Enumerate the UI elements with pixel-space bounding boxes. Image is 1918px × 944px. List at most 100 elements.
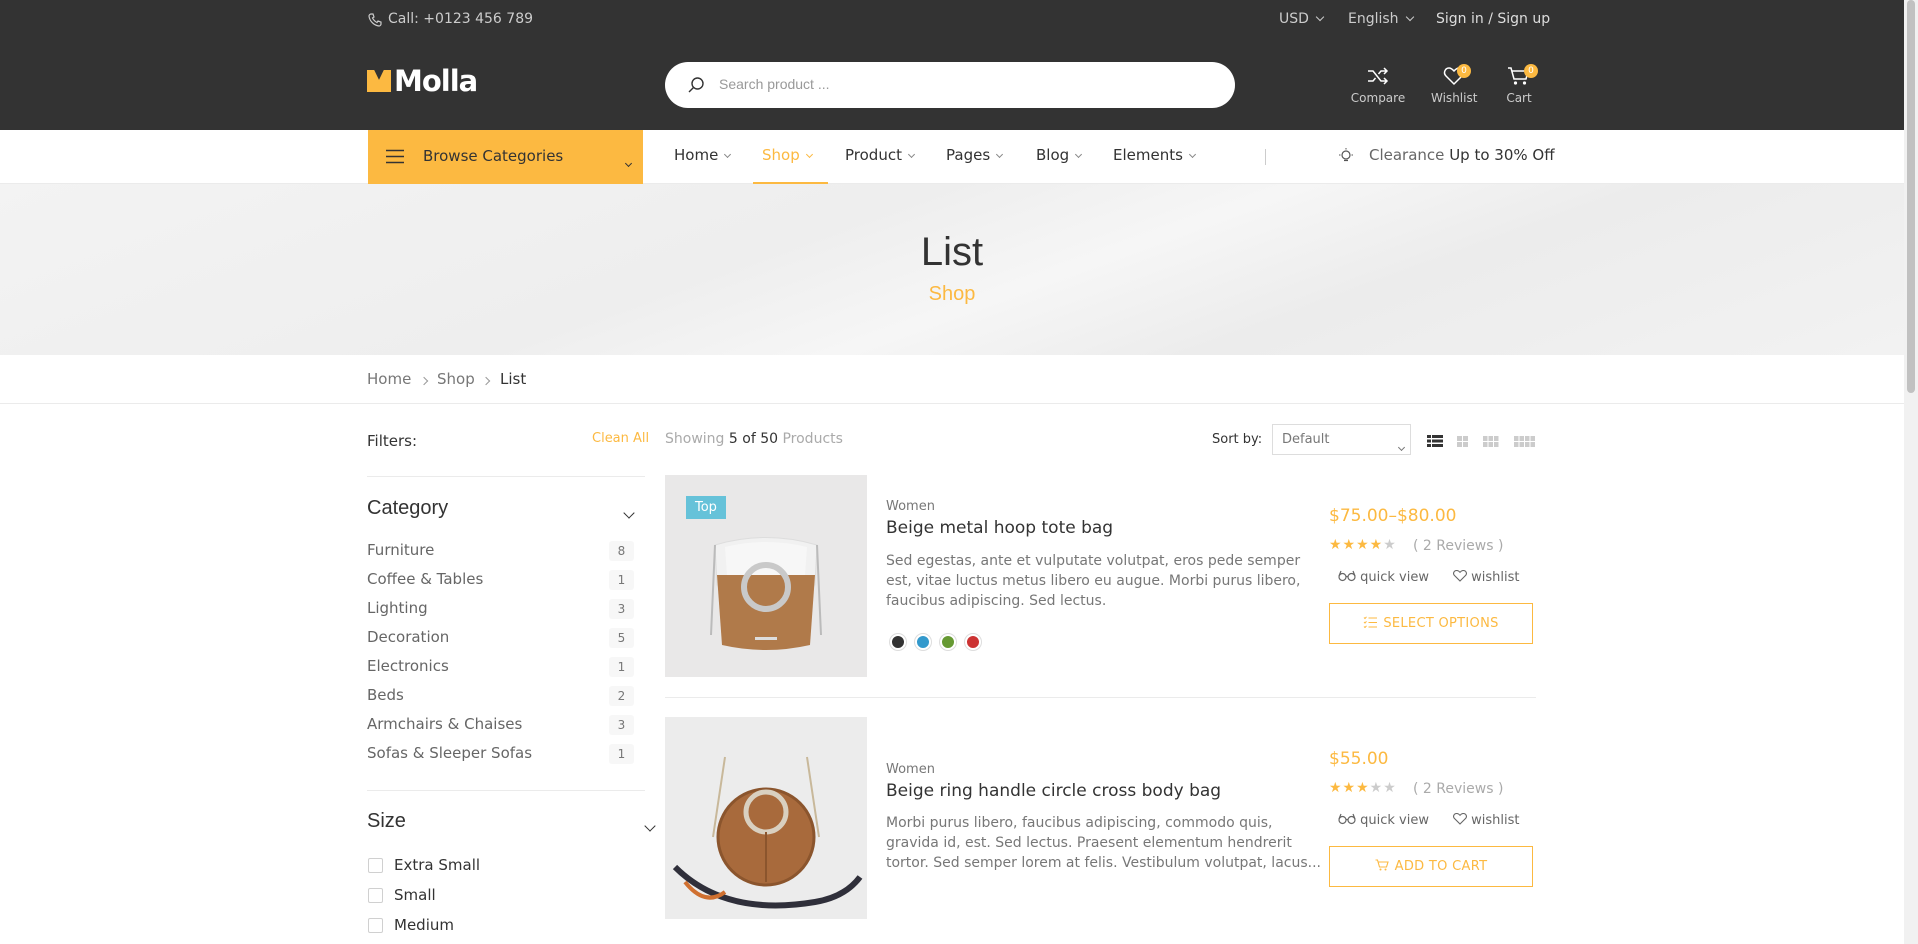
- chevron-down-icon[interactable]: [644, 820, 656, 832]
- language-select[interactable]: English: [1348, 11, 1414, 27]
- color-swatch[interactable]: [890, 634, 906, 650]
- filters-divider: [367, 476, 645, 477]
- size-label[interactable]: Small: [394, 886, 436, 904]
- chevron-down-icon: [907, 150, 915, 159]
- color-swatch[interactable]: [965, 634, 981, 650]
- category-item[interactable]: Furniture: [367, 541, 434, 559]
- chevron-down-icon: [1397, 443, 1406, 452]
- button-label: SELECT OPTIONS: [1383, 616, 1499, 631]
- nav-item-home[interactable]: Home: [674, 146, 732, 164]
- sort-value: Default: [1282, 432, 1330, 447]
- clean-all-link[interactable]: Clean All: [592, 431, 649, 446]
- nav-item-blog[interactable]: Blog: [1036, 146, 1083, 164]
- grid-2-view-icon[interactable]: [1457, 432, 1468, 451]
- size-filter-title[interactable]: Size: [367, 810, 406, 833]
- showing-count: 5 of 50: [728, 431, 779, 447]
- nav-label: Home: [674, 146, 719, 164]
- chevron-down-icon: [996, 150, 1004, 159]
- product-category[interactable]: Women: [886, 499, 935, 514]
- button-label: ADD TO CART: [1394, 859, 1488, 874]
- cart-count-badge: 0: [1524, 64, 1538, 78]
- chevron-down-icon: [724, 150, 732, 159]
- chevron-down-icon: [1315, 12, 1325, 22]
- showing-prefix: Showing: [665, 431, 725, 447]
- scrollbar-thumb[interactable]: [1907, 0, 1915, 393]
- nav-label: Product: [845, 146, 902, 164]
- size-label[interactable]: Medium: [394, 916, 454, 934]
- search-box[interactable]: Search product ...: [665, 62, 1235, 108]
- product-description: Morbi purus libero, faucibus adipiscing,…: [886, 815, 1273, 831]
- nav-item-shop[interactable]: Shop: [762, 146, 813, 164]
- color-swatch[interactable]: [940, 634, 956, 650]
- lightbulb-icon: [1338, 148, 1354, 168]
- category-count: 8: [609, 541, 634, 561]
- logo[interactable]: Molla: [367, 64, 478, 98]
- reviews-link[interactable]: ( 2 Reviews ): [1413, 538, 1503, 554]
- sort-select[interactable]: Default: [1272, 424, 1411, 455]
- category-count: 1: [609, 657, 634, 677]
- logo-mark-icon: [367, 70, 391, 92]
- reviews-link[interactable]: ( 2 Reviews ): [1413, 781, 1503, 797]
- size-checkbox[interactable]: [368, 918, 383, 933]
- sort-label: Sort by:: [1212, 432, 1263, 447]
- category-item[interactable]: Sofas & Sleeper Sofas: [367, 744, 532, 762]
- category-item[interactable]: Lighting: [367, 599, 428, 617]
- filters-label: Filters:: [367, 432, 418, 450]
- product-description: tortor. Sed semper lorem at felis. Vesti…: [886, 855, 1321, 871]
- nav-item-product[interactable]: Product: [845, 146, 915, 164]
- compare-label: Compare: [1350, 91, 1406, 105]
- product-category[interactable]: Women: [886, 762, 935, 777]
- grid-3-view-icon[interactable]: [1483, 432, 1499, 451]
- clearance-label: Clearance: [1369, 146, 1445, 164]
- product-description: Sed egestas, ante et vulputate volutpat,…: [886, 553, 1301, 569]
- glasses-icon: [1338, 813, 1356, 825]
- signin-link[interactable]: Sign in / Sign up: [1436, 11, 1550, 27]
- search-input[interactable]: Search product ...: [719, 76, 830, 92]
- quick-view-button[interactable]: quick view: [1338, 813, 1429, 828]
- clearance-offer: Up to 30% Off: [1449, 146, 1555, 164]
- glasses-icon: [1338, 570, 1356, 582]
- wishlist-link[interactable]: wishlist: [1453, 569, 1520, 585]
- product-title[interactable]: Beige metal hoop tote bag: [886, 518, 1113, 538]
- clearance-link[interactable]: Clearance Up to 30% Off: [1369, 146, 1555, 164]
- category-item[interactable]: Decoration: [367, 628, 449, 646]
- size-checkbox[interactable]: [368, 858, 383, 873]
- product-image[interactable]: [665, 717, 867, 919]
- currency-select[interactable]: USD: [1279, 11, 1325, 27]
- add-to-cart-button[interactable]: ADD TO CART: [1329, 846, 1533, 887]
- quick-view-button[interactable]: quick view: [1338, 570, 1429, 585]
- category-item[interactable]: Beds: [367, 686, 404, 704]
- chevron-down-icon[interactable]: [623, 507, 635, 519]
- breadcrumb-home[interactable]: Home: [367, 370, 411, 388]
- category-item[interactable]: Electronics: [367, 657, 449, 675]
- page: Call: +0123 456 789 USD English Sign in …: [0, 0, 1918, 944]
- size-label[interactable]: Extra Small: [394, 856, 480, 874]
- heart-icon: [1453, 569, 1467, 582]
- grid-4-view-icon[interactable]: [1514, 432, 1535, 451]
- cart-icon: [1375, 859, 1389, 871]
- list-view-icon[interactable]: [1427, 432, 1443, 451]
- product-description: gravida id, est. Sed lectus. Praesent el…: [886, 835, 1292, 851]
- nav-item-elements[interactable]: Elements: [1113, 146, 1196, 164]
- category-divider: [367, 790, 645, 791]
- breadcrumb-shop[interactable]: Shop: [437, 370, 475, 388]
- shuffle-icon: [1368, 67, 1389, 85]
- category-item[interactable]: Armchairs & Chaises: [367, 715, 522, 733]
- browse-categories-button[interactable]: Browse Categories: [368, 130, 643, 184]
- page-title: List: [920, 230, 984, 274]
- product-description: est, vitae luctus metus libero eu augue.…: [886, 573, 1301, 589]
- compare-button[interactable]: Compare: [1349, 66, 1407, 105]
- chevron-right-icon: [481, 376, 491, 386]
- nav-label: Shop: [762, 146, 800, 164]
- wishlist-link[interactable]: wishlist: [1453, 812, 1520, 828]
- size-checkbox[interactable]: [368, 888, 383, 903]
- color-swatch[interactable]: [915, 634, 931, 650]
- product-title[interactable]: Beige ring handle circle cross body bag: [886, 781, 1221, 801]
- category-filter-title[interactable]: Category: [367, 497, 448, 520]
- nav-item-pages[interactable]: Pages: [946, 146, 1004, 164]
- search-icon[interactable]: [687, 76, 705, 98]
- breadcrumb-current: List: [500, 370, 527, 388]
- select-options-button[interactable]: SELECT OPTIONS: [1329, 603, 1533, 644]
- category-item[interactable]: Coffee & Tables: [367, 570, 483, 588]
- quick-view-label: quick view: [1360, 570, 1429, 585]
